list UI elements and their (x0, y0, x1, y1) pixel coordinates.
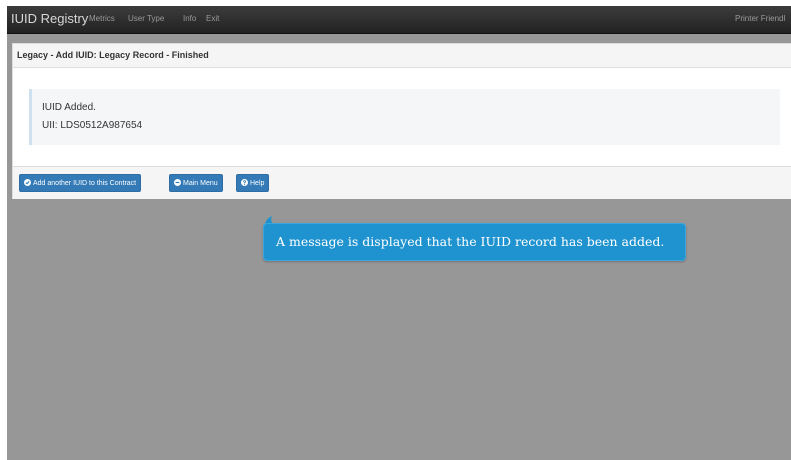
message-uii: UII: LDS0512A987654 (42, 120, 143, 131)
page-title: Legacy - Add IUID: Legacy Record - Finis… (17, 50, 209, 60)
question-circle-icon (241, 179, 248, 186)
top-navbar: IUID Registry Metrics User Type Info Exi… (7, 6, 791, 34)
add-another-iuid-label: Add another IUID to this Contract (33, 180, 137, 187)
help-label: Help (250, 180, 265, 187)
nav-metrics[interactable]: Metrics (89, 14, 115, 23)
tooltip-text: A message is displayed that the IUID rec… (276, 234, 665, 249)
printer-friendly-link[interactable]: Printer Friendl (735, 14, 785, 23)
content-panel: Legacy - Add IUID: Legacy Record - Finis… (12, 43, 791, 199)
message-status: IUID Added. (42, 102, 96, 113)
nav-info[interactable]: Info (183, 14, 196, 23)
panel-heading: Legacy - Add IUID: Legacy Record - Finis… (13, 44, 791, 68)
nav-user-type[interactable]: User Type (128, 14, 164, 23)
success-message: IUID Added. UII: LDS0512A987654 (29, 89, 780, 145)
nav-exit[interactable]: Exit (206, 14, 219, 23)
tutorial-tooltip: A message is displayed that the IUID rec… (263, 223, 686, 261)
minus-circle-icon (174, 179, 181, 186)
brand-link[interactable]: IUID Registry (11, 11, 88, 26)
app-window: IUID Registry Metrics User Type Info Exi… (7, 6, 791, 460)
main-menu-label: Main Menu (183, 180, 218, 187)
main-menu-button[interactable]: Main Menu (169, 174, 223, 192)
help-button[interactable]: Help (236, 174, 270, 192)
panel-footer: Add another IUID to this Contract Main M… (13, 166, 791, 199)
add-another-iuid-button[interactable]: Add another IUID to this Contract (19, 174, 142, 192)
check-circle-icon (24, 179, 31, 186)
